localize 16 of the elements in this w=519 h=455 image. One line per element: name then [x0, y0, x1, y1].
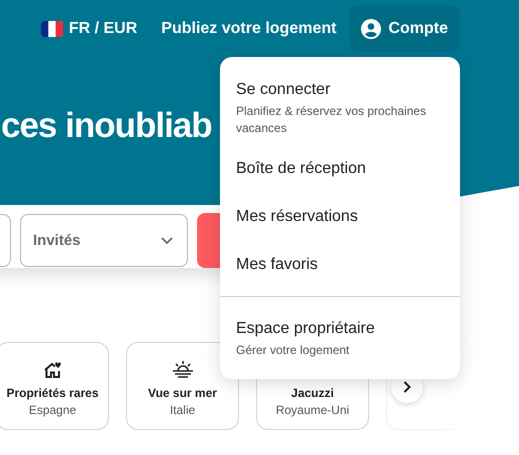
category-card[interactable]: Propriétés rares Espagne: [0, 342, 109, 430]
chevron-down-icon: [161, 236, 173, 244]
menu-item[interactable]: Mes réservations: [220, 193, 460, 241]
flag-icon: [40, 20, 63, 36]
host-link[interactable]: Publiez votre logement: [161, 20, 336, 38]
hero-title: ces inoubliab: [1, 108, 212, 143]
house-heart-icon: [42, 360, 62, 380]
guests-select[interactable]: Invités: [20, 214, 188, 267]
menu-item[interactable]: Boîte de réception: [220, 145, 460, 193]
menu-item[interactable]: Se connecter Planifiez & réservez vos prochaines vacances: [220, 57, 460, 145]
sunset-icon: [172, 360, 194, 380]
locale-link[interactable]: FR / EUR: [40, 20, 138, 38]
chevron-right-icon: [403, 381, 411, 393]
menu-item[interactable]: Mes favoris: [220, 241, 460, 289]
user-icon: [361, 18, 382, 38]
account-button[interactable]: Compte: [349, 5, 460, 52]
